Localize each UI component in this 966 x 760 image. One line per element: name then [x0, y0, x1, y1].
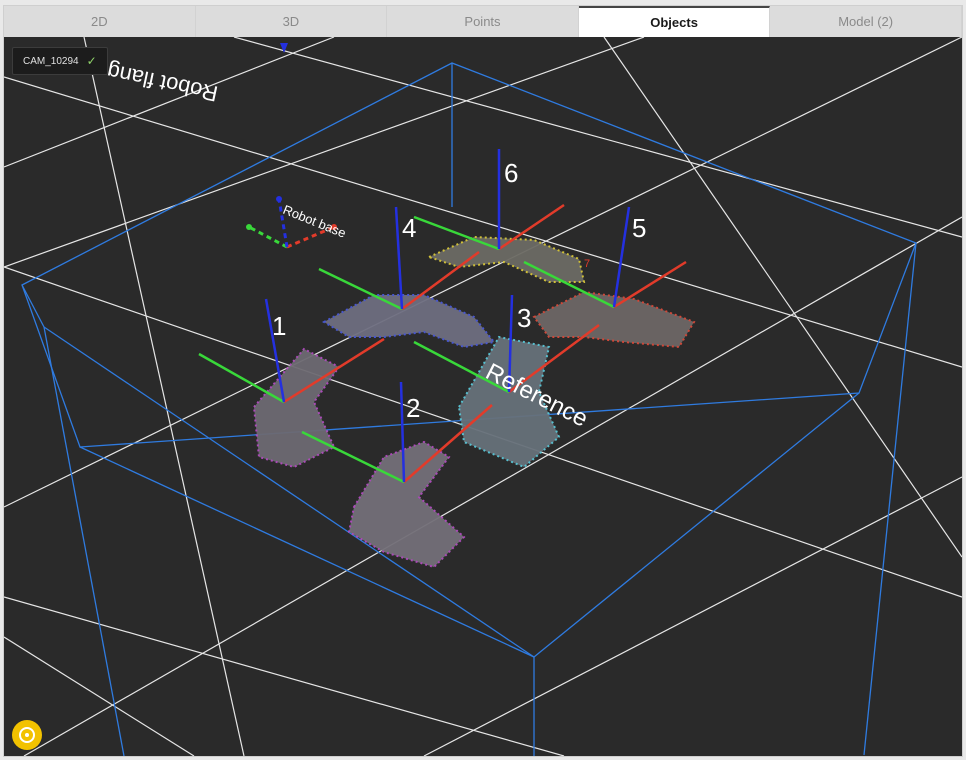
capture-button[interactable]: [12, 720, 42, 750]
object-label-4: 4: [402, 213, 416, 243]
3d-viewport[interactable]: Robot flange Robot base 1 2 3 4 5 6 7 Re…: [4, 37, 962, 756]
app-window: 2D 3D Points Objects Model (2) Robot fla…: [3, 5, 963, 757]
object-label-5: 5: [632, 213, 646, 243]
tab-2d[interactable]: 2D: [4, 6, 196, 37]
tab-objects[interactable]: Objects: [578, 6, 771, 37]
object-label-3: 3: [517, 303, 531, 333]
tab-points[interactable]: Points: [387, 6, 579, 37]
object-label-1: 1: [272, 311, 286, 341]
tab-model[interactable]: Model (2): [770, 6, 962, 37]
robot-base-frame: Robot base: [246, 196, 348, 249]
shutter-icon: [19, 727, 35, 743]
view-tabs: 2D 3D Points Objects Model (2): [4, 6, 962, 38]
object-label-6: 6: [504, 158, 518, 188]
object-clouds: [252, 235, 696, 569]
camera-name: CAM_10294: [23, 55, 79, 67]
check-icon: ✓: [86, 54, 97, 68]
object-label-2: 2: [406, 393, 420, 423]
robot-flange-label: Robot flange: [93, 56, 220, 106]
camera-badge[interactable]: CAM_10294 ✓: [12, 47, 108, 75]
scene-canvas[interactable]: Robot flange Robot base 1 2 3 4 5 6 7 Re…: [4, 37, 962, 756]
object-label-7: 7: [584, 258, 590, 270]
robot-flange-marker: Robot flange: [93, 43, 288, 107]
tab-3d[interactable]: 3D: [196, 6, 388, 37]
